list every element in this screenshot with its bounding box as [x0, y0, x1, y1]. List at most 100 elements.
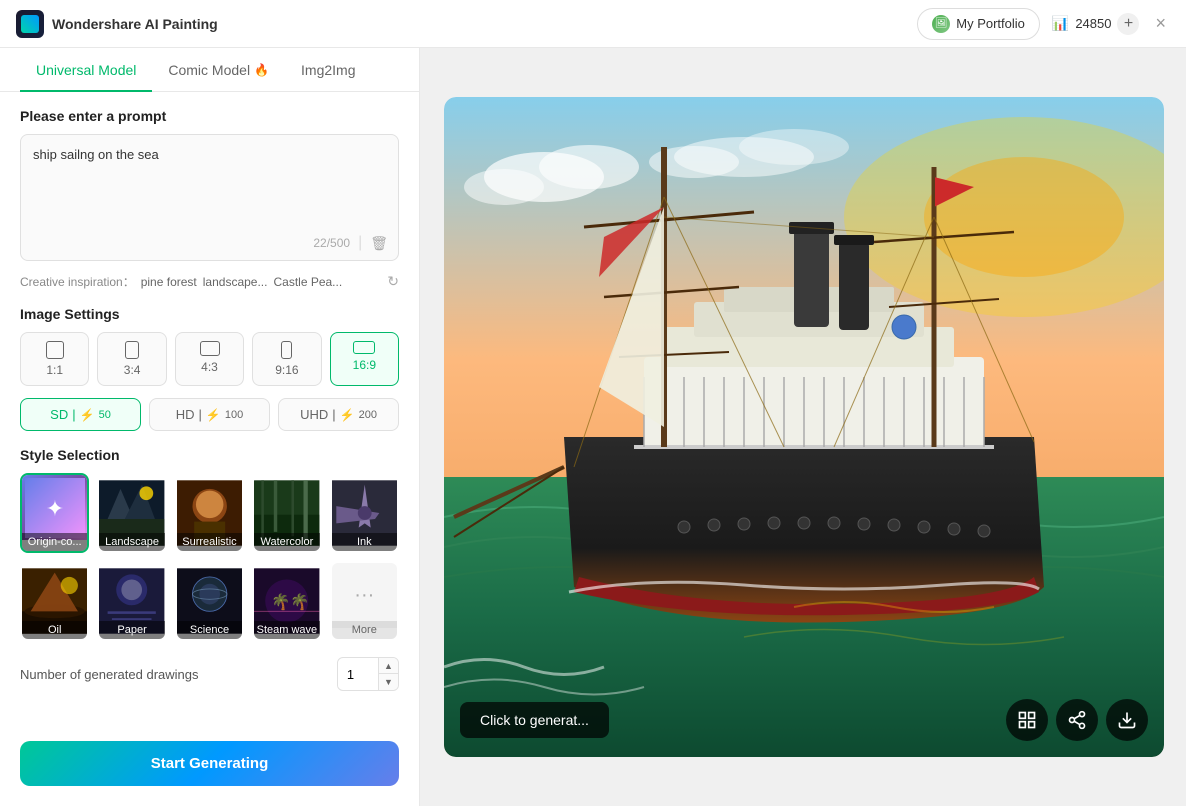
- portfolio-icon: 🖼: [932, 15, 950, 33]
- svg-text:✦: ✦: [45, 496, 63, 521]
- ratio-icon-1-1: [46, 341, 64, 359]
- title-bar: Wondershare AI Painting 🖼 My Portfolio 📊…: [0, 0, 1186, 48]
- style-label-landscape: Landscape: [99, 533, 164, 551]
- draw-count-label: Number of generated drawings: [20, 667, 199, 682]
- tabs-container: Universal Model Comic Model 🔥 Img2Img: [0, 48, 419, 92]
- action-download-button[interactable]: [1106, 699, 1148, 741]
- ratio-9-16[interactable]: 9:16: [252, 332, 321, 386]
- style-label-ink: Ink: [332, 533, 397, 551]
- char-count: 22/500: [313, 236, 350, 250]
- style-item-science[interactable]: Science: [175, 561, 244, 641]
- portfolio-button[interactable]: 🖼 My Portfolio: [917, 8, 1040, 40]
- style-label-watercolor: Watercolor: [254, 533, 319, 551]
- ratio-16-9[interactable]: 16:9: [330, 332, 399, 386]
- credits-amount: 24850: [1075, 16, 1111, 31]
- panel-content: Please enter a prompt ship sailng on the…: [0, 92, 419, 741]
- inspiration-tag-0[interactable]: pine forest: [141, 275, 197, 289]
- close-button[interactable]: ×: [1151, 9, 1170, 38]
- main-layout: Universal Model Comic Model 🔥 Img2Img Pl…: [0, 48, 1186, 806]
- inspiration-bar: Creative inspiration： pine forest landsc…: [20, 273, 399, 290]
- inspiration-tags: pine forest landscape... Castle Pea...: [141, 275, 342, 289]
- separator-0: |: [72, 407, 75, 422]
- style-item-origin[interactable]: ✦ Origin-co...: [20, 473, 89, 553]
- fire-icon: 🔥: [254, 63, 269, 77]
- lightning-icon-uhd: ⚡: [340, 408, 355, 422]
- style-item-paper[interactable]: Paper: [97, 561, 166, 641]
- ratio-3-4[interactable]: 3:4: [97, 332, 166, 386]
- prompt-label: Please enter a prompt: [20, 108, 399, 124]
- credits-icon: 📊: [1052, 15, 1069, 32]
- image-container: Click to generat...: [444, 97, 1164, 757]
- style-label-origin: Origin-co...: [22, 533, 87, 551]
- style-label-oil: Oil: [22, 621, 87, 639]
- inspiration-tag-1[interactable]: landscape...: [203, 275, 268, 289]
- number-spinners: ▲ ▼: [378, 658, 398, 690]
- style-item-oil[interactable]: Oil: [20, 561, 89, 641]
- app-logo: [16, 10, 44, 38]
- style-item-more[interactable]: ··· More: [330, 561, 399, 641]
- style-section-label: Style Selection: [20, 447, 399, 463]
- refresh-icon[interactable]: ↻: [387, 273, 399, 290]
- ratio-4-3[interactable]: 4:3: [175, 332, 244, 386]
- action-reuse-button[interactable]: [1006, 699, 1048, 741]
- app-title: Wondershare AI Painting: [52, 16, 218, 32]
- quality-hd[interactable]: HD | ⚡ 100: [149, 398, 270, 431]
- action-share-button[interactable]: [1056, 699, 1098, 741]
- spinner-down[interactable]: ▼: [378, 674, 398, 690]
- style-label-surrealistic: Surrealistic: [177, 533, 242, 551]
- ratio-icon-16-9: [353, 341, 375, 354]
- style-item-ink[interactable]: Ink: [330, 473, 399, 553]
- svg-text:🌴: 🌴: [271, 592, 290, 611]
- ratio-1-1[interactable]: 1:1: [20, 332, 89, 386]
- quality-grid: SD | ⚡ 50 HD | ⚡ 100 UHD | ⚡: [20, 398, 399, 431]
- image-actions: [1006, 699, 1148, 741]
- bottom-section: Start Generating: [0, 741, 419, 806]
- style-label-more: More: [332, 621, 397, 639]
- style-grid: ✦ Origin-co...: [20, 473, 399, 641]
- generate-button[interactable]: Start Generating: [20, 741, 399, 786]
- style-item-landscape[interactable]: Landscape: [97, 473, 166, 553]
- style-section: Style Selection ✦ Origin-co...: [20, 447, 399, 641]
- generate-overlay-button[interactable]: Click to generat...: [460, 702, 609, 738]
- inspiration-tag-2[interactable]: Castle Pea...: [273, 275, 342, 289]
- quality-uhd[interactable]: UHD | ⚡ 200: [278, 398, 399, 431]
- draw-count-section: Number of generated drawings ▲ ▼: [20, 657, 399, 691]
- credits-display: 📊 24850 +: [1052, 13, 1140, 35]
- separator-1: |: [199, 407, 202, 422]
- portfolio-label: My Portfolio: [956, 16, 1025, 31]
- image-settings-section: Image Settings 1:1 3:4 4:3: [20, 306, 399, 431]
- ratio-icon-4-3: [200, 341, 220, 356]
- image-settings-label: Image Settings: [20, 306, 399, 322]
- right-panel: Click to generat...: [420, 48, 1186, 806]
- tab-universal[interactable]: Universal Model: [20, 48, 152, 92]
- prompt-textarea-wrap: ship sailng on the sea 22/500 | 🗑: [20, 134, 399, 261]
- ratio-grid: 1:1 3:4 4:3 9:16: [20, 332, 399, 386]
- style-item-surrealistic[interactable]: Surrealistic: [175, 473, 244, 553]
- style-item-steamwave[interactable]: 🌴 🌴 Steam wave: [252, 561, 321, 641]
- quality-sd[interactable]: SD | ⚡ 50: [20, 398, 141, 431]
- ratio-icon-3-4: [125, 341, 139, 359]
- ship-image: [444, 97, 1164, 757]
- title-bar-left: Wondershare AI Painting: [16, 10, 218, 38]
- spinner-up[interactable]: ▲: [378, 658, 398, 674]
- style-thumb-origin: ✦: [22, 475, 87, 540]
- draw-count-input[interactable]: [338, 661, 378, 688]
- separator-2: |: [332, 407, 335, 422]
- number-input-wrap: ▲ ▼: [337, 657, 399, 691]
- add-credits-button[interactable]: +: [1117, 13, 1139, 35]
- style-item-watercolor[interactable]: Watercolor: [252, 473, 321, 553]
- title-bar-right: 🖼 My Portfolio 📊 24850 + ×: [917, 8, 1170, 40]
- inspiration-label: Creative inspiration：: [20, 273, 135, 290]
- clear-icon[interactable]: 🗑: [370, 235, 388, 252]
- image-overlay: Click to generat...: [444, 699, 1164, 741]
- svg-text:🌴: 🌴: [290, 592, 309, 611]
- prompt-textarea[interactable]: ship sailng on the sea: [21, 135, 398, 225]
- style-label-science: Science: [177, 621, 242, 639]
- style-label-paper: Paper: [99, 621, 164, 639]
- style-label-steamwave: Steam wave: [254, 621, 319, 639]
- tab-comic[interactable]: Comic Model 🔥: [152, 48, 285, 92]
- ratio-icon-9-16: [281, 341, 292, 359]
- prompt-section: Please enter a prompt ship sailng on the…: [20, 108, 399, 261]
- tab-img2img[interactable]: Img2Img: [285, 48, 371, 92]
- lightning-icon-hd: ⚡: [206, 408, 221, 422]
